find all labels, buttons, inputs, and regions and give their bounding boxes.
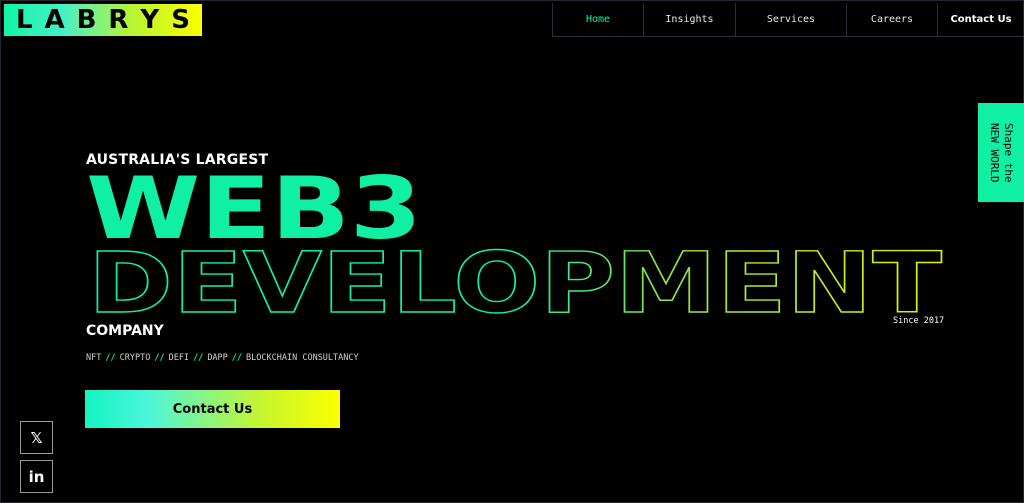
labrys-logo[interactable]: L A B R Y S — [4, 4, 202, 36]
contact-us-button[interactable]: Contact Us — [85, 390, 340, 428]
nav-services[interactable]: Services — [736, 3, 847, 36]
nav-contact-us[interactable]: Contact Us — [938, 3, 1024, 36]
x-twitter-link[interactable]: 𝕏 — [20, 421, 53, 454]
nav-insights[interactable]: Insights — [644, 3, 736, 36]
tag-blockchain-consultancy: BLOCKCHAIN CONSULTANCY — [246, 353, 359, 363]
logo-letter: A — [44, 5, 65, 35]
linkedin-link[interactable]: in — [20, 460, 53, 493]
side-tab-text: Shape the NEW WORLD — [988, 122, 1015, 183]
logo-letter: S — [171, 5, 190, 35]
tag-separator: // — [105, 353, 116, 363]
shape-new-world-tab[interactable]: Shape the NEW WORLD — [978, 103, 1024, 202]
tag-dapp: DAPP — [207, 353, 228, 363]
nav-home[interactable]: Home — [553, 3, 644, 36]
linkedin-icon: in — [28, 467, 45, 486]
logo-letter: R — [108, 5, 129, 35]
tag-crypto: CRYPTO — [119, 353, 151, 363]
tag-separator: // — [231, 353, 243, 363]
hero-pre-title: AUSTRALIA'S LARGEST — [86, 152, 269, 168]
tag-separator: // — [193, 353, 204, 363]
tag-separator: // — [154, 353, 165, 363]
logo-letter: B — [76, 5, 97, 35]
service-tags: NFT // CRYPTO // DEFI // DAPP // BLOCKCH… — [86, 353, 359, 363]
hero-company: COMPANY — [86, 323, 164, 339]
x-icon: 𝕏 — [30, 428, 43, 447]
tag-nft: NFT — [86, 353, 102, 363]
main-nav: Home Insights Services Careers Contact U… — [552, 3, 1024, 37]
tag-defi: DEFI — [168, 353, 190, 363]
since-label: Since 2017 — [893, 316, 945, 326]
logo-letter: L — [15, 5, 33, 35]
logo-letter: Y — [140, 5, 160, 35]
nav-careers[interactable]: Careers — [847, 3, 938, 36]
